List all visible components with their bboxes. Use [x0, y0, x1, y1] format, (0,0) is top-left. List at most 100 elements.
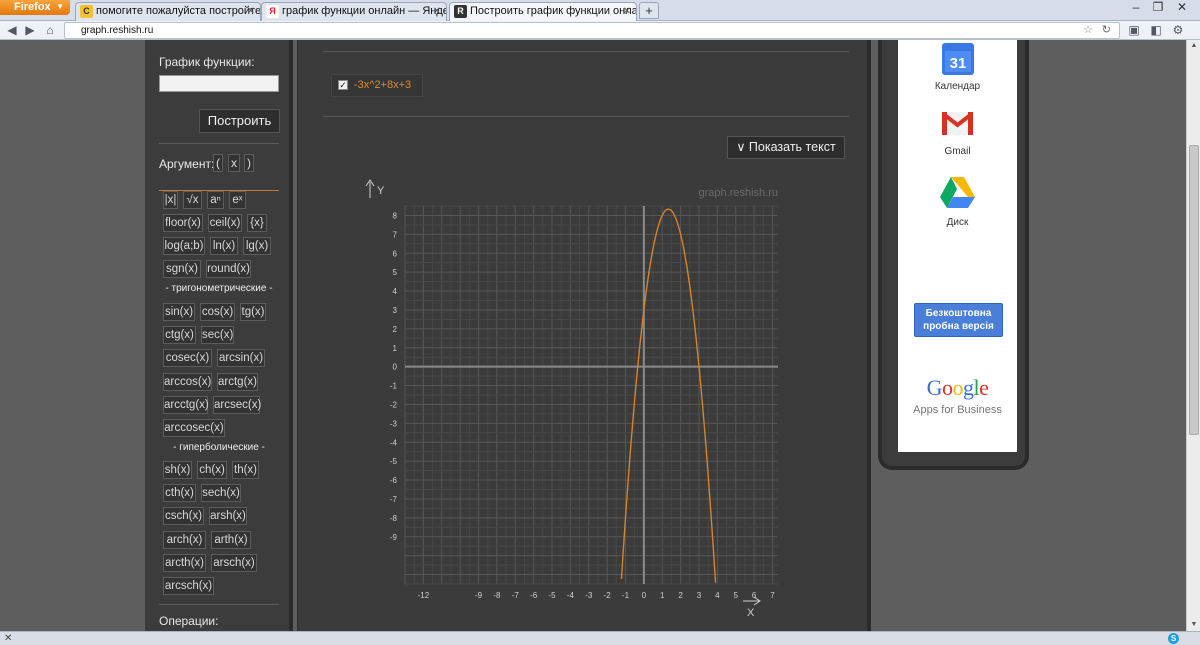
function-button-ceilx[interactable]: ceil(x) — [208, 214, 242, 232]
function-button-archx[interactable]: arch(x) — [163, 530, 206, 549]
function-button-e[interactable]: eˣ — [229, 191, 246, 209]
function-button-sinx[interactable]: sin(x) — [163, 303, 195, 321]
maximize-icon[interactable]: ❐ — [1148, 0, 1168, 14]
tab-1[interactable]: С помогите пожалуйста постройте г.... ✕ — [75, 2, 261, 21]
y-tick-label: 4 — [393, 287, 398, 296]
minimize-icon[interactable]: – — [1126, 0, 1146, 14]
new-tab-button[interactable]: + — [639, 2, 659, 19]
function-button-cosecx[interactable]: cosec(x) — [163, 349, 212, 368]
addon-icon[interactable]: ◧ — [1148, 22, 1164, 38]
scrollbar-thumb[interactable] — [1189, 145, 1199, 435]
function-chip[interactable]: ✓ -3x^2+8x+3 — [331, 74, 423, 97]
y-tick-label: 8 — [393, 211, 398, 220]
close-icon[interactable]: ✕ — [247, 3, 255, 20]
function-button-arccosx[interactable]: arccos(x) — [163, 372, 212, 391]
function-button-lgx[interactable]: lg(x) — [243, 237, 271, 255]
function-button-arcsinx[interactable]: arcsin(x) — [217, 349, 265, 368]
back-icon[interactable]: ◀ — [4, 22, 20, 38]
x-tick-label: 4 — [715, 591, 720, 600]
google-logo-letter: o — [952, 375, 964, 400]
x-tick-label: -9 — [475, 591, 483, 600]
calendar-label: Календар — [934, 81, 981, 92]
x-tick-label: -1 — [622, 591, 630, 600]
function-graph[interactable]: -12 -9 -8 -7 -6 -5 -4 -3 -2 -1 0 1 2 3 4 5 6 7876543210-1… — [348, 174, 818, 631]
open-paren-button[interactable]: ( — [213, 154, 223, 172]
function-button-x[interactable]: |x| — [163, 191, 178, 209]
free-trial-button[interactable]: Безкоштовна пробна версія — [914, 303, 1003, 337]
function-button-sgnx[interactable]: sgn(x) — [163, 260, 201, 278]
function-button-logab[interactable]: log(a;b) — [163, 237, 205, 255]
address-bar[interactable]: graph.reshish.ru ☆ ↻ — [64, 22, 1120, 39]
vertical-scrollbar[interactable]: ▲ ▼ — [1186, 40, 1200, 631]
function-button-arthx[interactable]: arth(x) — [211, 530, 251, 549]
x-tick-label: 5 — [734, 591, 739, 600]
function-button-arcsecx[interactable]: arcsec(x) — [213, 395, 261, 414]
close-icon[interactable]: ✕ — [433, 3, 441, 20]
function-button-arcschx[interactable]: arcsch(x) — [163, 577, 214, 595]
y-tick-label: -5 — [390, 457, 398, 466]
function-button-lnx[interactable]: ln(x) — [210, 237, 238, 255]
tab-2[interactable]: Я график функции онлайн — Яндекс: ... ✕ — [261, 2, 447, 21]
bookmark-star-icon[interactable]: ☆ — [1083, 23, 1093, 38]
google-logo: Google — [898, 375, 1017, 401]
home-icon[interactable]: ⌂ — [42, 22, 58, 38]
function-button-ctgx[interactable]: ctg(x) — [163, 326, 196, 345]
bookmarks-icon[interactable]: ▣ — [1126, 22, 1142, 38]
function-button-shx[interactable]: sh(x) — [163, 461, 192, 479]
graph-panel: ✓ -3x^2+8x+3 ∨ Показать текст -12 -9 -8 -7-… — [297, 40, 871, 631]
function-button-thx[interactable]: th(x) — [232, 461, 259, 479]
close-paren-button[interactable]: ) — [244, 154, 254, 172]
y-tick-label: -3 — [390, 419, 398, 428]
y-tick-label: 7 — [393, 230, 398, 239]
close-icon[interactable]: ✕ — [623, 3, 631, 20]
function-button-arctgx[interactable]: arctg(x) — [217, 372, 258, 391]
google-logo-letter: g — [963, 375, 974, 400]
function-button-chx[interactable]: ch(x) — [197, 461, 227, 479]
function-button-x[interactable]: {x} — [247, 214, 267, 232]
scroll-up-icon[interactable]: ▲ — [1187, 40, 1200, 52]
function-button-arschx[interactable]: arsch(x) — [211, 553, 257, 572]
function-button-secx[interactable]: sec(x) — [201, 326, 234, 345]
settings-icon[interactable]: ⚙ — [1170, 22, 1186, 38]
x-button[interactable]: x — [228, 154, 240, 172]
google-logo-letter: G — [926, 375, 943, 400]
function-label: График функции: — [159, 55, 255, 69]
x-tick-label: -5 — [548, 591, 556, 600]
firefox-menu-button[interactable]: Firefox ▼ — [0, 0, 70, 15]
function-button-floorx[interactable]: floor(x) — [163, 214, 203, 232]
function-button-arccosecx[interactable]: arccosec(x) — [163, 419, 225, 437]
skype-icon[interactable]: S — [1168, 633, 1179, 644]
function-button-arcctgx[interactable]: arcctg(x) — [163, 395, 209, 414]
google-apps-ad[interactable]: 31 Календар Gmail Диск Безкоштовна пробн… — [898, 40, 1017, 452]
hyper-section-title: - гиперболические - — [173, 442, 265, 453]
function-checkbox[interactable]: ✓ — [338, 80, 348, 90]
divider — [323, 116, 849, 117]
window-close-icon[interactable]: ✕ — [1172, 0, 1192, 14]
tab-label: график функции онлайн — Яндекс: ... — [282, 5, 446, 17]
scroll-down-icon[interactable]: ▼ — [1187, 619, 1200, 631]
tab-3-active[interactable]: R Построить график функции онлайн ✕ — [449, 2, 637, 21]
close-icon[interactable]: ✕ — [4, 632, 12, 645]
x-tick-label: -2 — [604, 591, 612, 600]
calendar-day-text: 31 — [950, 55, 967, 72]
function-button-x[interactable]: √x — [183, 191, 202, 209]
function-button-cosx[interactable]: cos(x) — [200, 303, 235, 321]
x-tick-label: -8 — [493, 591, 501, 600]
reload-icon[interactable]: ↻ — [1102, 23, 1111, 38]
forward-icon[interactable]: ▶ — [22, 22, 38, 38]
function-button-arshx[interactable]: arsh(x) — [209, 507, 247, 526]
function-button-tgx[interactable]: tg(x) — [240, 303, 266, 321]
function-button-arcthx[interactable]: arcth(x) — [163, 553, 206, 572]
y-tick-label: -1 — [390, 382, 398, 391]
function-button-roundx[interactable]: round(x) — [206, 260, 251, 278]
function-button-cschx[interactable]: csch(x) — [163, 507, 204, 526]
chevron-down-icon: ▼ — [56, 2, 64, 11]
page-content: График функции: Построить Аргумент: ( x … — [0, 40, 1186, 631]
function-input[interactable] — [159, 75, 279, 92]
divider — [323, 51, 849, 52]
build-button[interactable]: Построить — [199, 109, 280, 133]
show-text-button[interactable]: ∨ Показать текст — [727, 136, 845, 159]
function-button-cthx[interactable]: cth(x) — [163, 484, 196, 503]
function-button-sechx[interactable]: sech(x) — [201, 484, 241, 503]
function-button-a[interactable]: aⁿ — [207, 191, 224, 209]
